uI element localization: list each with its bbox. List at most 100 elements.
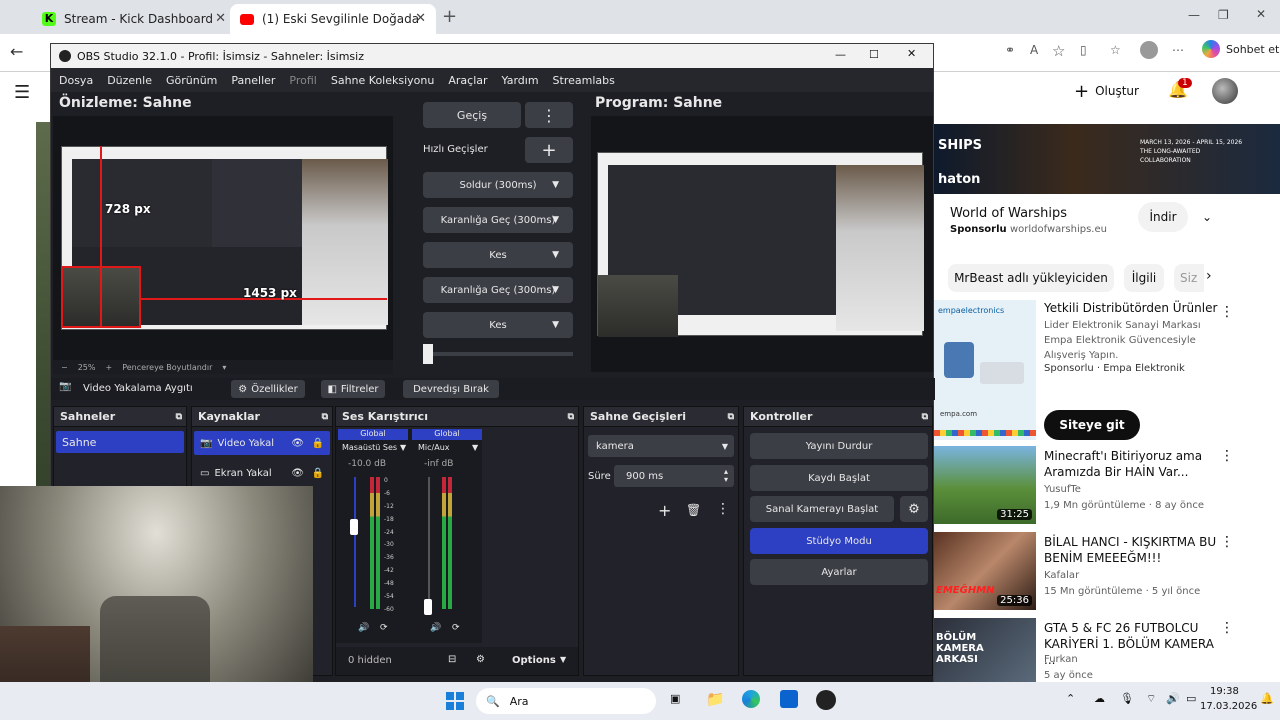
minimize-icon[interactable]: — bbox=[835, 48, 846, 61]
menu-file[interactable]: Dosya bbox=[59, 74, 93, 87]
chevron-right-icon[interactable]: › bbox=[1206, 268, 1212, 284]
scene-item[interactable]: Sahne bbox=[56, 431, 184, 453]
new-tab-button[interactable]: + bbox=[442, 6, 457, 27]
zoom-out-icon[interactable]: − bbox=[61, 363, 68, 372]
menu-profile[interactable]: Profil bbox=[289, 74, 316, 87]
layout-icon[interactable]: ⊟ bbox=[448, 654, 456, 665]
menu-tools[interactable]: Araçlar bbox=[448, 74, 487, 87]
video-thumbnail[interactable]: BÖLÜM KAMERA ARKASI bbox=[934, 618, 1036, 682]
channel-name[interactable]: Furkan bbox=[1044, 654, 1078, 665]
close-icon[interactable]: ✕ bbox=[415, 11, 426, 26]
chip-related[interactable]: İlgili bbox=[1124, 264, 1164, 292]
chevron-down-icon[interactable]: ▾ bbox=[222, 363, 226, 372]
undock-icon[interactable]: ⧉ bbox=[728, 412, 734, 422]
start-recording-button[interactable]: Kaydı Başlat bbox=[750, 465, 928, 491]
store-icon[interactable] bbox=[780, 690, 798, 708]
favorite-icon[interactable]: ☆ bbox=[1052, 42, 1065, 60]
menu-edit[interactable]: Düzenle bbox=[107, 74, 152, 87]
volume-slider-track[interactable] bbox=[354, 477, 356, 607]
close-icon[interactable]: ✕ bbox=[907, 47, 916, 60]
visit-site-button[interactable]: Siteye git bbox=[1044, 410, 1140, 440]
options-button[interactable]: Options bbox=[512, 655, 556, 666]
undock-icon[interactable]: ⧉ bbox=[176, 412, 182, 422]
start-virtual-camera-button[interactable]: Sanal Kamerayı Başlat bbox=[750, 496, 894, 522]
more-vert-icon[interactable]: ⋮ bbox=[1220, 534, 1234, 550]
video-title[interactable]: BİLAL HANCI - KIŞKIRTMA BU BENİM EMEEEĞM… bbox=[1044, 534, 1220, 566]
filters-button[interactable]: ◧ Filtreler bbox=[321, 380, 385, 398]
add-quick-transition-button[interactable]: + bbox=[525, 137, 573, 163]
text-size-icon[interactable]: A bbox=[1030, 43, 1038, 57]
close-window-icon[interactable]: ✕ bbox=[1256, 7, 1266, 21]
spin-arrows-icon[interactable]: ▴ ▾ bbox=[724, 468, 728, 484]
browser-tab-youtube[interactable]: (1) Eski Sevgilinle Doğada 30 Gün ✕ bbox=[230, 4, 436, 34]
properties-button[interactable]: ⚙ Özellikler bbox=[231, 380, 305, 398]
advanced-audio-icon[interactable]: ⚙ bbox=[476, 654, 485, 665]
speaker-icon[interactable]: 🔊 bbox=[430, 623, 441, 633]
account-avatar[interactable] bbox=[1212, 78, 1238, 104]
quick-transition-4[interactable]: Karanlığa Geç (300ms) ▼ bbox=[423, 277, 573, 303]
duration-spinbox[interactable]: 900 ms ▴ ▾ bbox=[614, 465, 734, 487]
split-screen-icon[interactable]: ▯ bbox=[1080, 43, 1087, 57]
maximize-icon[interactable]: ☐ bbox=[869, 48, 879, 61]
video-thumbnail[interactable]: empaelectronics empa.com bbox=[934, 300, 1036, 440]
undock-icon[interactable]: ⧉ bbox=[322, 412, 328, 422]
eye-icon[interactable]: 👁 bbox=[291, 438, 304, 449]
notification-icon[interactable]: 🔔 bbox=[1260, 692, 1274, 705]
clock-date[interactable]: 17.03.2026 bbox=[1200, 701, 1257, 712]
volume-icon[interactable]: 🔊 bbox=[1166, 692, 1180, 705]
trash-icon[interactable]: 🗑 bbox=[686, 503, 701, 517]
volume-slider-handle[interactable] bbox=[424, 599, 432, 615]
more-icon[interactable]: ⋯ bbox=[1172, 43, 1184, 57]
transition-slider-handle[interactable] bbox=[423, 344, 433, 364]
deactivate-button[interactable]: Devredışı Bırak bbox=[403, 380, 499, 398]
cloud-icon[interactable]: ☁ bbox=[1094, 692, 1105, 705]
quick-transition-1[interactable]: Soldur (300ms) ▼ bbox=[423, 172, 573, 198]
video-thumbnail[interactable]: 31:25 bbox=[934, 446, 1036, 524]
volume-slider-handle[interactable] bbox=[350, 519, 358, 535]
more-vert-icon[interactable]: ⋮ bbox=[1220, 304, 1234, 320]
minimize-icon[interactable]: — bbox=[1188, 8, 1200, 22]
lock-icon[interactable]: 🔒 bbox=[312, 468, 324, 479]
fit-to-window[interactable]: Pencereye Boyutlandır bbox=[122, 363, 212, 372]
chevron-down-icon[interactable]: ▼ bbox=[560, 655, 566, 664]
more-vert-icon[interactable]: ⋮ bbox=[716, 501, 730, 517]
menu-view[interactable]: Görünüm bbox=[166, 74, 217, 87]
menu-docks[interactable]: Paneller bbox=[231, 74, 275, 87]
quick-transition-5[interactable]: Kes ▼ bbox=[423, 312, 573, 338]
gear-icon[interactable]: ⚙ bbox=[900, 496, 928, 522]
speaker-icon[interactable]: 🔊 bbox=[358, 623, 369, 633]
taskbar-search[interactable]: 🔍 Ara bbox=[476, 688, 656, 714]
studio-mode-button[interactable]: Stüdyo Modu bbox=[750, 528, 928, 554]
more-vert-icon[interactable]: ⋮ bbox=[1220, 620, 1234, 636]
file-explorer-icon[interactable]: 📁 bbox=[706, 690, 725, 708]
more-vert-icon[interactable]: ⋮ bbox=[1220, 448, 1234, 464]
profile-avatar[interactable] bbox=[1140, 41, 1158, 59]
menu-help[interactable]: Yardım bbox=[502, 74, 539, 87]
chip-uploader[interactable]: MrBeast adlı yükleyiciden bbox=[948, 264, 1114, 292]
settings-button[interactable]: Ayarlar bbox=[750, 559, 928, 585]
chevron-down-icon[interactable]: ▼ bbox=[472, 443, 478, 452]
ad-download-button[interactable]: İndir bbox=[1138, 202, 1188, 232]
microphone-icon[interactable]: 🎙 bbox=[1120, 692, 1134, 705]
menu-streamlabs[interactable]: Streamlabs bbox=[553, 74, 615, 87]
back-icon[interactable]: ← bbox=[10, 42, 23, 61]
chevron-down-icon[interactable]: ▼ bbox=[400, 443, 406, 452]
video-thumbnail[interactable]: EMEĞHMN 25:36 bbox=[934, 532, 1036, 610]
wifi-icon[interactable]: ⌔ bbox=[1146, 692, 1156, 706]
extension-icon[interactable]: ⚭ bbox=[1005, 43, 1015, 57]
volume-slider-track[interactable] bbox=[428, 477, 430, 607]
quick-transition-3[interactable]: Kes ▼ bbox=[423, 242, 573, 268]
ad-title[interactable]: World of Warships bbox=[950, 206, 1067, 221]
chevron-up-icon[interactable]: ⌃ bbox=[1066, 692, 1075, 705]
edge-icon[interactable] bbox=[742, 690, 760, 708]
hamburger-menu-icon[interactable]: ☰ bbox=[14, 82, 30, 103]
add-transition-icon[interactable]: + bbox=[658, 501, 671, 520]
audio-settings-icon[interactable]: ⟳ bbox=[380, 623, 388, 633]
favorites-bar-icon[interactable]: ☆ bbox=[1110, 43, 1121, 57]
source-item[interactable]: ▭ Ekran Yakal 👁 🔒 bbox=[194, 461, 330, 485]
transition-select[interactable]: kamera ▼ bbox=[588, 435, 734, 457]
channel-name[interactable]: YusufTe bbox=[1044, 484, 1081, 495]
menu-scene-collection[interactable]: Sahne Koleksiyonu bbox=[331, 74, 435, 87]
task-view-icon[interactable]: ▣ bbox=[670, 692, 680, 705]
zoom-in-icon[interactable]: + bbox=[105, 363, 112, 372]
